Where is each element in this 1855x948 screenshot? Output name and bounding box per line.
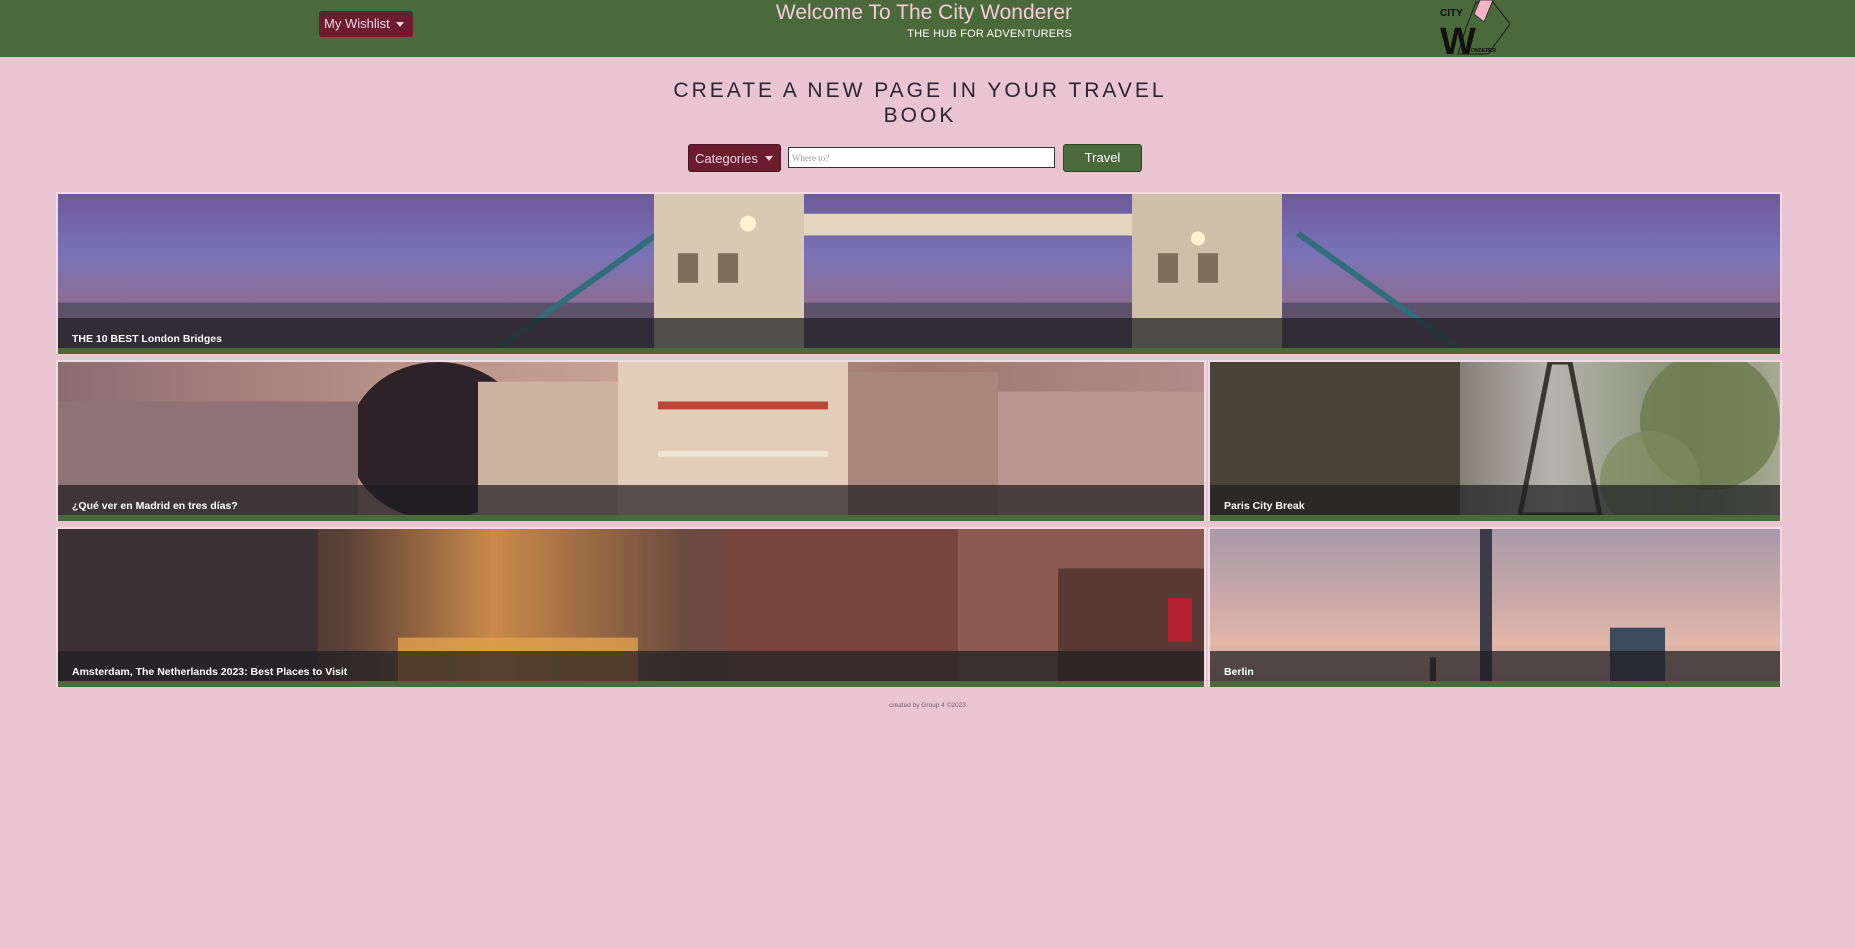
- destination-search-input[interactable]: [788, 147, 1055, 168]
- card-caption: Berlin: [1210, 651, 1780, 681]
- city-wonderer-logo[interactable]: CITY W ONDERER: [1438, 0, 1510, 56]
- card-accent-bar: [58, 515, 1204, 521]
- wishlist-label: My Wishlist: [324, 16, 390, 31]
- card-caption: ¿Qué ver en Madrid en tres días?: [58, 485, 1204, 515]
- chevron-down-icon: [395, 21, 404, 27]
- site-subtitle: THE HUB FOR ADVENTURERS: [907, 28, 1072, 40]
- categories-dropdown-button[interactable]: Categories: [688, 144, 781, 172]
- card-caption: Amsterdam, The Netherlands 2023: Best Pl…: [58, 651, 1204, 681]
- travel-card-paris[interactable]: Paris City Break: [1208, 360, 1782, 521]
- travel-card-madrid[interactable]: ¿Qué ver en Madrid en tres días?: [56, 360, 1206, 521]
- page-heading: CREATE A NEW PAGE IN YOUR TRAVEL BOOK: [640, 78, 1200, 128]
- card-caption: Paris City Break: [1210, 485, 1780, 515]
- travel-card-london[interactable]: THE 10 BEST London Bridges: [56, 192, 1782, 354]
- card-caption: THE 10 BEST London Bridges: [58, 318, 1780, 348]
- page-heading-line1: CREATE A NEW PAGE IN YOUR TRAVEL: [673, 79, 1167, 102]
- travel-button[interactable]: Travel: [1063, 144, 1142, 172]
- card-accent-bar: [1210, 515, 1780, 521]
- logo-city-text: CITY: [1440, 8, 1463, 19]
- travel-card-amsterdam[interactable]: Amsterdam, The Netherlands 2023: Best Pl…: [56, 527, 1206, 687]
- categories-label: Categories: [695, 150, 758, 166]
- site-title: Welcome To The City Wonderer: [775, 1, 1072, 24]
- page-heading-line2: BOOK: [883, 104, 957, 127]
- site-header: My Wishlist Welcome To The City Wonderer…: [0, 0, 1855, 57]
- footer-credit: created by Group 4 ©2023: [889, 702, 966, 709]
- logo-onderer-text: ONDERER: [1471, 48, 1496, 54]
- card-accent-bar: [58, 348, 1780, 354]
- chevron-down-icon: [764, 155, 773, 161]
- wishlist-dropdown-button[interactable]: My Wishlist: [319, 11, 413, 37]
- card-accent-bar: [1210, 681, 1780, 687]
- travel-card-berlin[interactable]: Berlin: [1208, 527, 1782, 687]
- card-accent-bar: [58, 681, 1204, 687]
